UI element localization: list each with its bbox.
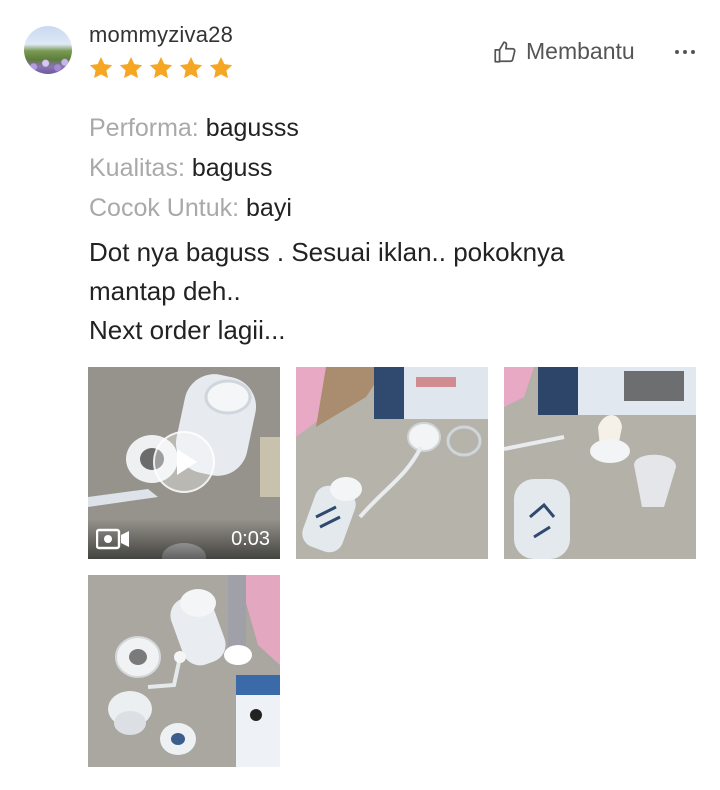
reviewer-avatar[interactable] xyxy=(24,26,72,74)
review-photo[interactable] xyxy=(504,367,696,559)
helpful-button[interactable]: Membantu xyxy=(492,38,635,65)
play-icon[interactable] xyxy=(153,431,215,493)
thumbs-up-icon xyxy=(494,40,516,63)
review-video-thumbnail[interactable]: 0:03 xyxy=(88,367,280,559)
star-icon xyxy=(89,56,113,79)
attribute-value: bayi xyxy=(246,194,292,222)
attribute-key: Performa: xyxy=(89,114,199,142)
reviewer-username[interactable]: mommyziva28 xyxy=(89,22,233,48)
star-icon xyxy=(149,56,173,79)
attribute-performa: Performa: bagusss xyxy=(89,108,299,148)
attribute-kualitas: Kualitas: baguss xyxy=(89,148,299,188)
attribute-value: baguss xyxy=(191,154,273,182)
review-text: Dot nya baguss . Sesuai iklan.. pokoknya… xyxy=(89,233,689,350)
review-photo-image xyxy=(296,367,488,559)
more-icon xyxy=(675,50,679,54)
more-options-button[interactable] xyxy=(671,38,699,66)
review-photo-image xyxy=(88,575,280,767)
attribute-value: bagusss xyxy=(205,114,299,142)
star-icon xyxy=(179,56,203,79)
review-attributes: Performa: bagusss Kualitas: baguss Cocok… xyxy=(89,108,299,228)
attribute-cocok-untuk: Cocok Untuk: bayi xyxy=(89,188,299,228)
attribute-key: Kualitas: xyxy=(89,154,185,182)
star-icon xyxy=(209,56,233,79)
review-photo[interactable] xyxy=(88,575,280,767)
rating-stars xyxy=(88,55,234,81)
review-text-line: mantap deh.. xyxy=(89,276,241,306)
more-icon-dot xyxy=(691,50,695,54)
star-icon xyxy=(119,56,143,79)
helpful-label: Membantu xyxy=(526,38,635,64)
review-photo[interactable] xyxy=(296,367,488,559)
attribute-key: Cocok Untuk: xyxy=(89,194,240,222)
review-text-line: Next order lagii... xyxy=(89,315,286,345)
more-icon-dot xyxy=(683,50,687,54)
video-duration: 0:03 xyxy=(231,528,270,550)
video-camera-icon xyxy=(96,528,129,550)
review-photo-image xyxy=(504,367,696,559)
review-text-line: Dot nya baguss . Sesuai iklan.. pokoknya xyxy=(89,237,565,267)
